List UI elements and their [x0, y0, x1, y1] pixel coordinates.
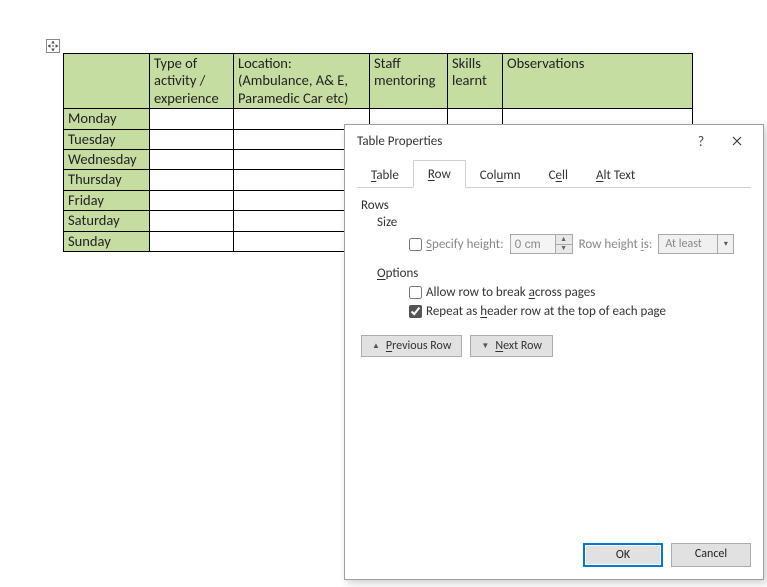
col-header-skills: Skills learnt [448, 54, 503, 109]
cancel-button[interactable]: Cancel [671, 543, 751, 567]
repeat-header-checkbox[interactable] [409, 305, 422, 318]
tab-row[interactable]: Row [413, 160, 466, 188]
nav-buttons: ▲ Previous Row ▼ Next Row [361, 335, 747, 357]
options-label: Options [377, 266, 747, 281]
height-spin-up[interactable]: ▲ [556, 235, 572, 245]
specify-height-check[interactable]: Specify height: [409, 237, 504, 252]
row-day: Thursday [64, 170, 150, 190]
triangle-down-icon: ▼ [481, 341, 489, 351]
row-height-value: At least [659, 237, 717, 251]
row-height-is-select[interactable]: At least ▾ [658, 234, 734, 254]
size-label: Size [377, 215, 747, 230]
allow-break-checkbox[interactable] [409, 286, 422, 299]
close-icon [732, 136, 742, 146]
row-day: Tuesday [64, 129, 150, 149]
triangle-up-icon: ▲ [372, 341, 380, 351]
allow-break-row: Allow row to break across pages [409, 285, 747, 300]
close-button[interactable] [719, 129, 755, 153]
tab-alt-text[interactable]: Alt Text [582, 162, 649, 188]
tabs: Table Row Column Cell Alt Text [357, 159, 751, 188]
move-icon [48, 41, 58, 51]
row-day: Wednesday [64, 149, 150, 169]
dialog-title: Table Properties [357, 134, 683, 149]
row-height-is-label: Row height is: [579, 237, 653, 252]
rows-label: Rows [361, 198, 747, 213]
next-row-button[interactable]: ▼ Next Row [470, 335, 553, 357]
repeat-header-row: Repeat as header row at the top of each … [409, 304, 747, 319]
col-header-blank [64, 54, 150, 109]
col-header-location: Location: (Ambulance, A& E, Paramedic Ca… [234, 54, 370, 109]
dialog-titlebar[interactable]: Table Properties ? [345, 125, 763, 157]
row-day: Monday [64, 109, 150, 129]
repeat-header-check[interactable]: Repeat as header row at the top of each … [409, 304, 666, 319]
col-header-observations: Observations [503, 54, 693, 109]
tab-column[interactable]: Column [466, 162, 535, 188]
ok-button[interactable]: OK [583, 543, 663, 567]
table-header-row: Type of activity / experience Location: … [64, 54, 693, 109]
tab-table[interactable]: Table [357, 162, 413, 188]
col-header-staff: Staff mentoring [370, 54, 448, 109]
row-day: Friday [64, 190, 150, 210]
table-move-handle[interactable] [46, 39, 60, 53]
chevron-down-icon: ▾ [717, 235, 733, 253]
specify-height-checkbox[interactable] [409, 238, 422, 251]
tab-content-row: Rows Size Specify height: ▲ ▼ Row height… [357, 198, 751, 361]
specify-height-row: Specify height: ▲ ▼ Row height is: At le… [409, 234, 747, 254]
dialog-body: Table Row Column Cell Alt Text Rows Size… [345, 157, 763, 535]
help-button[interactable]: ? [683, 129, 719, 153]
dialog-footer: OK Cancel [345, 535, 763, 579]
allow-break-check[interactable]: Allow row to break across pages [409, 285, 595, 300]
height-spinner[interactable]: ▲ ▼ [510, 234, 573, 254]
col-header-type: Type of activity / experience [150, 54, 234, 109]
tab-cell[interactable]: Cell [535, 162, 582, 188]
row-day: Saturday [64, 211, 150, 231]
height-value-input[interactable] [511, 235, 555, 253]
row-day: Sunday [64, 231, 150, 251]
previous-row-button[interactable]: ▲ Previous Row [361, 335, 462, 357]
height-spin-down[interactable]: ▼ [556, 245, 572, 254]
table-properties-dialog: Table Properties ? Table Row Column Cell… [344, 124, 764, 580]
